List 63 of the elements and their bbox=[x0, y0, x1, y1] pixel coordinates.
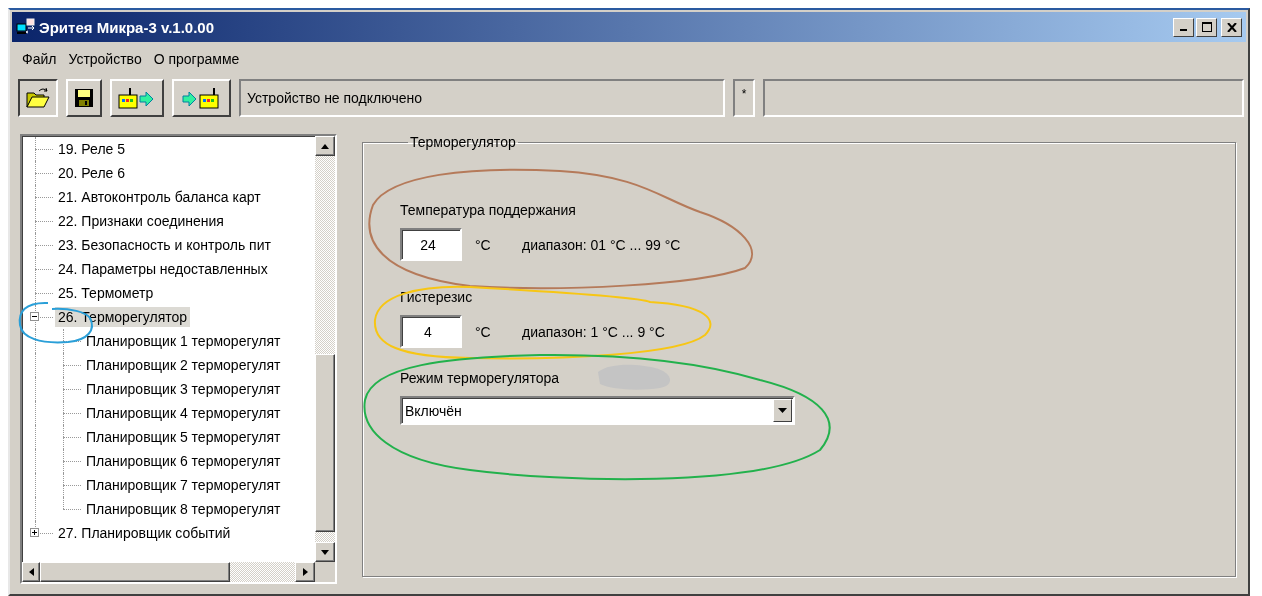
tree-item[interactable]: Планировщик 7 терморегулят bbox=[83, 475, 284, 495]
up-arrow-icon bbox=[321, 143, 329, 149]
tree-item[interactable]: Планировщик 3 терморегулят bbox=[83, 379, 284, 399]
arrow-device-icon bbox=[181, 87, 222, 109]
minimize-button[interactable] bbox=[1173, 17, 1194, 37]
right-arrow-icon bbox=[302, 568, 308, 576]
tree-item[interactable]: 21. Автоконтроль баланса карт bbox=[55, 187, 264, 207]
menu-item[interactable]: Файл bbox=[16, 51, 63, 67]
close-icon bbox=[1226, 22, 1237, 32]
tree-item[interactable]: Планировщик 4 терморегулят bbox=[83, 403, 284, 423]
left-arrow-icon bbox=[28, 568, 34, 576]
scrollbar-corner bbox=[315, 562, 335, 582]
down-arrow-icon bbox=[778, 408, 787, 413]
maximize-icon bbox=[1201, 22, 1212, 32]
window-title: Эритея Микра-3 v.1.0.00 bbox=[39, 18, 215, 36]
dropdown-field[interactable]: Включён bbox=[400, 396, 795, 425]
close-button[interactable] bbox=[1221, 17, 1242, 37]
download-button[interactable] bbox=[172, 79, 231, 117]
scrollbar-thumb[interactable] bbox=[315, 354, 335, 532]
tree-item[interactable]: 25. Термометр bbox=[55, 283, 157, 303]
open-button[interactable] bbox=[18, 79, 58, 117]
tree-item[interactable]: Планировщик 1 терморегулят bbox=[83, 331, 284, 351]
save-button[interactable] bbox=[66, 79, 102, 117]
scroll-up-button[interactable] bbox=[315, 136, 335, 156]
tree-item[interactable]: Планировщик 5 терморегулят bbox=[83, 427, 284, 447]
tree-item[interactable]: 27. Планировщик событий bbox=[55, 523, 234, 543]
unit-label: °C bbox=[475, 323, 492, 340]
plus-icon bbox=[31, 529, 38, 536]
field-label: Гистерезис bbox=[400, 289, 473, 305]
tree-item[interactable]: Планировщик 6 терморегулят bbox=[83, 451, 284, 471]
dropdown-button[interactable] bbox=[773, 399, 792, 422]
tree-item[interactable]: 19. Реле 5 bbox=[55, 139, 129, 159]
tree-item[interactable]: 23. Безопасность и контроль пит bbox=[55, 235, 274, 255]
folder-icon bbox=[26, 87, 50, 109]
tree-item[interactable]: 24. Параметры недоставленных bbox=[55, 259, 271, 279]
tree-item[interactable]: Планировщик 8 терморегулят bbox=[83, 499, 284, 519]
field-label: Температура поддержания bbox=[400, 202, 576, 218]
minus-icon bbox=[31, 313, 38, 320]
field-label: Режим терморегулятора bbox=[400, 370, 560, 386]
unit-label: °C bbox=[475, 236, 492, 253]
expand-toggle[interactable] bbox=[30, 528, 39, 537]
menu-item[interactable]: О программе bbox=[147, 51, 246, 67]
scroll-right-button[interactable] bbox=[295, 562, 315, 582]
group-title: Терморегулятор bbox=[409, 134, 517, 150]
modified-indicator: * bbox=[733, 79, 755, 117]
upload-button[interactable] bbox=[110, 79, 164, 117]
range-label: диапазон: 1 °C ... 9 °C bbox=[522, 323, 665, 340]
scroll-left-button[interactable] bbox=[22, 562, 40, 582]
menu-item[interactable]: Устройство bbox=[62, 51, 148, 67]
tree-item[interactable]: 22. Признаки соединения bbox=[55, 211, 227, 231]
number-input[interactable]: 4 bbox=[400, 315, 462, 348]
tree-item[interactable]: 20. Реле 6 bbox=[55, 163, 129, 183]
status-field: Устройство не подключено bbox=[239, 79, 725, 117]
maximize-button[interactable] bbox=[1196, 17, 1217, 37]
app-icon bbox=[16, 18, 36, 36]
scrollbar-thumb[interactable] bbox=[40, 562, 230, 582]
range-label: диапазон: 01 °C ... 99 °C bbox=[522, 236, 681, 253]
device-arrow-icon bbox=[118, 87, 156, 109]
scroll-down-button[interactable] bbox=[315, 542, 335, 562]
collapse-toggle[interactable] bbox=[30, 312, 39, 321]
tree-item[interactable]: Планировщик 2 терморегулят bbox=[83, 355, 284, 375]
number-input[interactable]: 24 bbox=[400, 228, 462, 261]
down-arrow-icon bbox=[321, 549, 329, 555]
